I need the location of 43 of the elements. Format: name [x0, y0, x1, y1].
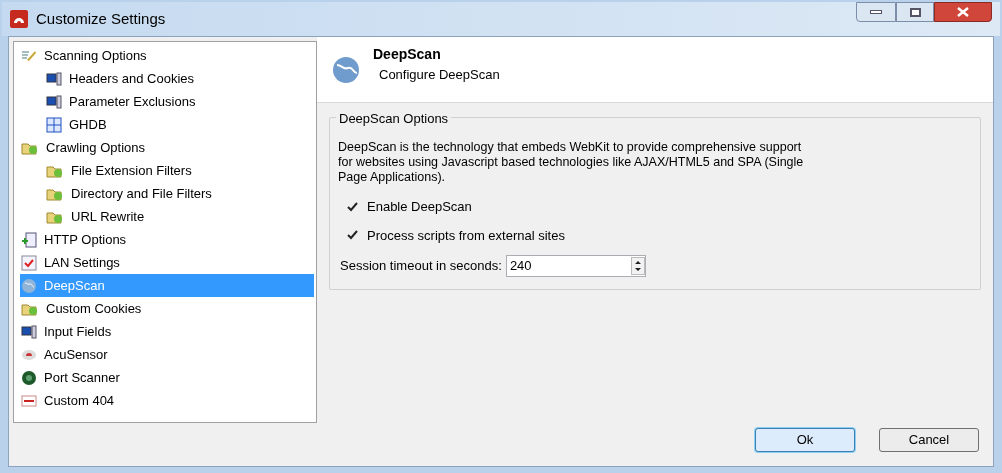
grid-icon	[46, 116, 62, 133]
tree-item[interactable]: Parameter Exclusions	[20, 90, 314, 113]
radar-icon	[21, 369, 37, 386]
close-icon	[957, 7, 969, 17]
description-text: DeepScan is the technology that embeds WebKit to provide comprehensive support for websites using Javascript based technologies like AJAX/HTML5 and SPA (Single Page Applications).	[338, 140, 805, 185]
checkmark-icon	[21, 254, 37, 271]
tree-item[interactable]: LAN Settings	[20, 251, 314, 274]
spin-arrows-icon[interactable]	[630, 257, 645, 275]
tree-item[interactable]: Headers and Cookies	[20, 67, 314, 90]
tree-item[interactable]: Port Scanner	[20, 366, 314, 389]
tree-item[interactable]: Crawling Options	[20, 136, 314, 159]
globe-icon	[331, 54, 361, 85]
header-title: DeepScan	[373, 45, 442, 65]
cancel-button[interactable]: Cancel	[879, 428, 979, 452]
header-subtitle: Configure DeepScan	[378, 66, 500, 85]
option-checkbox[interactable]: Enable DeepScan	[346, 197, 972, 217]
document-icon	[21, 231, 37, 248]
globe-icon	[21, 277, 37, 294]
app-logo-icon	[10, 10, 28, 28]
tree-item[interactable]: Scanning Options	[20, 44, 314, 67]
tree-item[interactable]: Custom Cookies	[20, 297, 314, 320]
timeout-label: Session timeout in seconds:	[340, 257, 502, 276]
tree-item[interactable]: GHDB	[20, 113, 314, 136]
tree-item[interactable]: URL Rewrite	[20, 205, 314, 228]
option-checkbox[interactable]: Process scripts from external sites	[346, 225, 972, 245]
ok-button[interactable]: Ok	[755, 428, 855, 452]
monitor-icon	[46, 70, 62, 87]
tree-item[interactable]: File Extension Filters	[20, 159, 314, 182]
tree-item[interactable]: AcuSensor	[20, 343, 314, 366]
error-page-icon	[21, 392, 37, 409]
tree-item[interactable]: Custom 404	[20, 389, 314, 412]
monitor-icon	[46, 93, 62, 110]
minimize-button[interactable]	[856, 2, 896, 22]
tree-item[interactable]: Input Fields	[20, 320, 314, 343]
monitor-icon	[21, 323, 37, 340]
timeout-spinbox[interactable]: 240	[505, 255, 646, 277]
tree-item[interactable]: HTTP Options	[20, 228, 314, 251]
checkbox-tick-icon[interactable]	[346, 200, 359, 214]
close-button[interactable]	[934, 2, 992, 22]
maximize-button[interactable]	[896, 2, 934, 22]
window-title: Customize Settings	[36, 8, 166, 29]
tree-item[interactable]: Directory and File Filters	[20, 182, 314, 205]
checkbox-tick-icon[interactable]	[346, 228, 359, 242]
